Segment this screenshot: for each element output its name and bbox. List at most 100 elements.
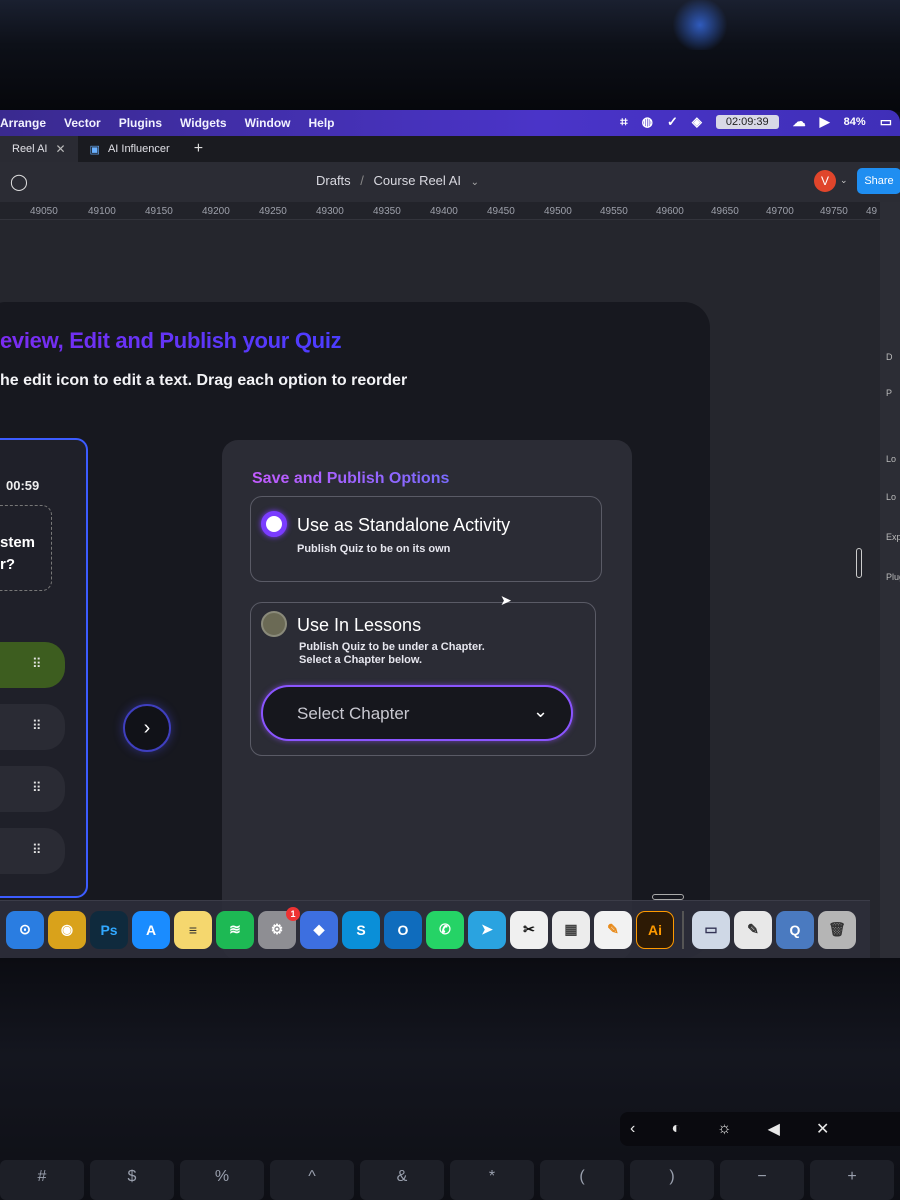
lessons-option-card[interactable]: Use In Lessons Publish Quiz to be under … <box>250 602 596 756</box>
app-tray-icon[interactable]: ◈ <box>692 114 702 130</box>
menu-widgets[interactable]: Widgets <box>180 116 227 130</box>
key[interactable]: + <box>810 1160 894 1200</box>
drag-handle-icon[interactable]: ⠿ <box>32 842 41 858</box>
key[interactable]: & <box>360 1160 444 1200</box>
scrollbar[interactable] <box>856 548 862 578</box>
clock-display[interactable]: 02:09:39 <box>715 115 779 129</box>
touchbar-volume-icon[interactable]: ◀ <box>768 1119 780 1139</box>
breadcrumb-root[interactable]: Drafts <box>316 173 351 188</box>
dock-app-safari[interactable]: ⊙ <box>6 910 44 949</box>
menu-window[interactable]: Window <box>245 116 291 130</box>
key[interactable]: ^ <box>270 1160 354 1200</box>
question-line: r? <box>0 556 15 573</box>
touchbar-back-icon[interactable]: ‹ <box>630 1120 635 1138</box>
notification-badge: 1 <box>286 906 300 921</box>
dock-app-windsurf[interactable]: ◆ <box>300 910 338 949</box>
panel-label[interactable]: D <box>886 352 893 362</box>
panel-label[interactable]: Plug <box>886 572 900 582</box>
frame-title[interactable]: eview, Edit and Publish your Quiz <box>0 328 342 354</box>
comment-icon[interactable]: ◯ <box>10 172 28 192</box>
ruler-tick: 49450 <box>487 206 515 217</box>
laptop-bezel-top <box>0 0 900 112</box>
breadcrumb[interactable]: Drafts / Course Reel AI ⌄ <box>316 173 479 188</box>
avatar[interactable]: V <box>814 170 836 192</box>
share-button[interactable]: Share <box>857 168 900 194</box>
panel-label[interactable]: Exp <box>886 532 900 542</box>
next-button[interactable]: › <box>123 704 171 752</box>
creative-cloud-icon[interactable]: ☁ <box>793 114 806 130</box>
screen: Arrange Vector Plugins Widgets Window He… <box>0 110 900 958</box>
question-line: stem <box>0 534 36 551</box>
vpn-tray-icon[interactable]: ◍ <box>642 114 653 130</box>
menu-help[interactable]: Help <box>309 116 335 130</box>
new-tab-button[interactable]: + <box>194 140 203 158</box>
gear-icon: ⚙ <box>270 921 284 937</box>
key[interactable]: * <box>450 1160 534 1200</box>
ruler-tick: 49300 <box>316 206 344 217</box>
dock-app-outlook[interactable]: O <box>384 910 422 949</box>
dock-app-skype[interactable]: S <box>342 910 380 949</box>
menu-arrange[interactable]: Arrange <box>0 116 46 130</box>
close-icon[interactable]: ✕ <box>55 142 65 156</box>
panel-label[interactable]: Lo <box>886 492 896 502</box>
ruler-tick: 49700 <box>766 206 794 217</box>
tab-reel-ai[interactable]: Reel AI ✕ <box>0 136 78 162</box>
key[interactable]: # <box>0 1160 84 1200</box>
key[interactable]: ( <box>540 1160 624 1200</box>
dock-app-preview[interactable]: ▭ <box>692 910 730 949</box>
touchbar-mute-icon[interactable]: ✕ <box>816 1119 829 1139</box>
dock-app-telegram[interactable]: ➤ <box>468 910 506 949</box>
touchbar-brightness-icon[interactable]: ☼ <box>717 1120 732 1138</box>
battery-percent[interactable]: 84% <box>844 116 866 128</box>
key[interactable]: $ <box>90 1160 174 1200</box>
battery-icon[interactable]: ▭ <box>880 114 892 130</box>
dock-app-capcut[interactable]: ✂ <box>510 910 548 949</box>
breadcrumb-file[interactable]: Course Reel AI <box>374 173 461 188</box>
panel-label[interactable]: Lo <box>886 454 896 464</box>
dock: ⊙ ◉ Ps A ≡ ≋ ⚙ 1 ◆ S O ✆ ➤ ✂ ▦ ✎ Ai ▭ ✎ … <box>0 900 870 958</box>
menu-plugins[interactable]: Plugins <box>119 116 162 130</box>
standalone-option-card[interactable]: Use as Standalone Activity Publish Quiz … <box>250 496 602 582</box>
ruler-tick: 49550 <box>600 206 628 217</box>
lessons-radio[interactable] <box>261 611 287 637</box>
standalone-title: Use as Standalone Activity <box>297 515 511 535</box>
panel-label[interactable]: P <box>886 388 892 398</box>
dock-app-calculator[interactable]: ▦ <box>552 910 590 949</box>
dock-app-settings[interactable]: ⚙ 1 <box>258 906 300 949</box>
dock-app-quicktime[interactable]: Q <box>776 910 814 949</box>
chapter-select-placeholder: Select Chapter <box>297 704 410 723</box>
tab-label: AI Influencer <box>107 143 170 155</box>
check-tray-icon[interactable]: ✓ <box>667 114 678 130</box>
key[interactable]: % <box>180 1160 264 1200</box>
ruler-tick: 49350 <box>373 206 401 217</box>
publish-title: Save and Publish Options <box>252 470 450 487</box>
figma-file-icon: ▣ <box>89 143 100 156</box>
frame-subtitle[interactable]: he edit icon to edit a text. Drag each o… <box>0 372 407 390</box>
figma-tray-icon[interactable]: ⌗ <box>620 114 627 130</box>
drag-handle-icon[interactable]: ⠿ <box>32 656 41 672</box>
dock-app-chrome[interactable]: ◉ <box>48 910 86 949</box>
dock-app-spotify[interactable]: ≋ <box>216 910 254 949</box>
dock-app-app-store[interactable]: A <box>132 910 170 949</box>
drag-handle-icon[interactable]: ⠿ <box>32 780 41 796</box>
standalone-radio[interactable] <box>261 511 287 537</box>
key[interactable]: − <box>720 1160 804 1200</box>
dock-app-illustrator[interactable]: Ai <box>636 910 674 949</box>
key[interactable]: ) <box>630 1160 714 1200</box>
dock-app-pages[interactable]: ✎ <box>594 910 632 949</box>
dock-app-notes[interactable]: ≡ <box>174 910 212 949</box>
drag-handle-icon[interactable]: ⠿ <box>32 718 41 734</box>
tab-ai-influencer[interactable]: ▣ AI Influencer <box>78 136 182 162</box>
chevron-down-icon[interactable]: ⌄ <box>840 175 848 186</box>
touchbar-siri-icon[interactable]: ◐ <box>671 1120 681 1138</box>
play-tray-icon[interactable]: ▶ <box>820 114 830 130</box>
dock-trash[interactable]: 🗑 <box>818 910 856 949</box>
dock-separator <box>682 910 684 949</box>
menu-vector[interactable]: Vector <box>64 116 101 130</box>
chevron-down-icon[interactable]: ⌄ <box>471 177 479 188</box>
chapter-select[interactable]: Select Chapter ⌄ <box>261 685 573 741</box>
dock-app-photoshop[interactable]: Ps <box>90 910 128 949</box>
dock-app-whatsapp[interactable]: ✆ <box>426 910 464 949</box>
dock-app-textedit[interactable]: ✎ <box>734 910 772 949</box>
lessons-title: Use In Lessons <box>297 615 422 635</box>
